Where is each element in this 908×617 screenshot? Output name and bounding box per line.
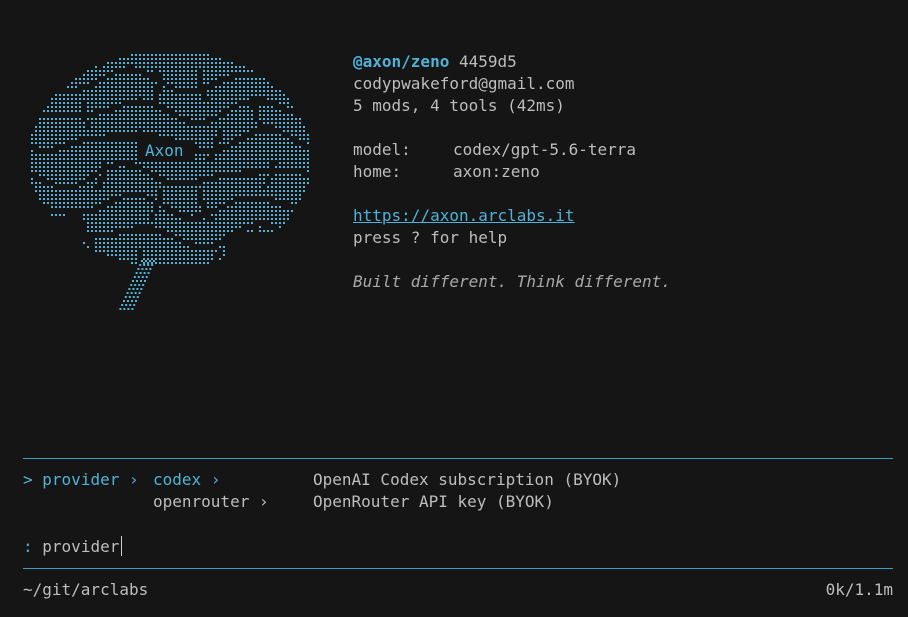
model-value: codex/gpt-5.6-terra (453, 140, 637, 159)
menu-item-label: codex (153, 470, 202, 489)
chevron-right-icon: › (210, 470, 221, 489)
menu-item-label: openrouter (153, 492, 250, 511)
working-directory: ~/git/arclabs (23, 580, 149, 599)
load-stats: 5 mods, 4 tools (42ms) (353, 96, 565, 115)
home-value: axon:zeno (453, 162, 540, 181)
logo-label: Axon (142, 141, 187, 160)
identity-line: @axon/zeno 4459d5 (353, 52, 517, 71)
home-key: home: (353, 162, 402, 181)
input-prefix: : (23, 537, 33, 556)
command-input[interactable]: : provider (23, 536, 123, 556)
prompt-marker: > (23, 470, 33, 489)
brain-ascii-icon (31, 54, 309, 310)
model-key: model: (353, 140, 411, 159)
divider-top (23, 458, 893, 459)
token-usage: 0k/1.1m (825, 580, 893, 599)
breadcrumb: > provider › (23, 470, 139, 489)
chevron-right-icon: › (258, 492, 269, 511)
tagline: Built different. Think different. (353, 272, 671, 291)
website-link[interactable]: https://axon.arclabs.it (353, 206, 575, 225)
user-email: codypwakeford@gmail.com (353, 74, 575, 93)
menu-item-openrouter[interactable]: openrouter › (153, 492, 269, 511)
agent-handle: @axon/zeno (353, 52, 450, 71)
breadcrumb-separator: › (128, 470, 139, 489)
breadcrumb-provider[interactable]: provider (42, 470, 119, 489)
input-value[interactable]: provider (42, 537, 119, 556)
menu-item-description: OpenRouter API key (BYOK) (313, 492, 554, 511)
menu-item-description: OpenAI Codex subscription (BYOK) (313, 470, 622, 489)
menu-item-codex[interactable]: codex › (153, 470, 220, 489)
text-cursor (121, 536, 123, 556)
help-hint: press ? for help (353, 228, 508, 247)
divider-bottom (23, 568, 893, 569)
commit-hash: 4459d5 (458, 52, 517, 71)
